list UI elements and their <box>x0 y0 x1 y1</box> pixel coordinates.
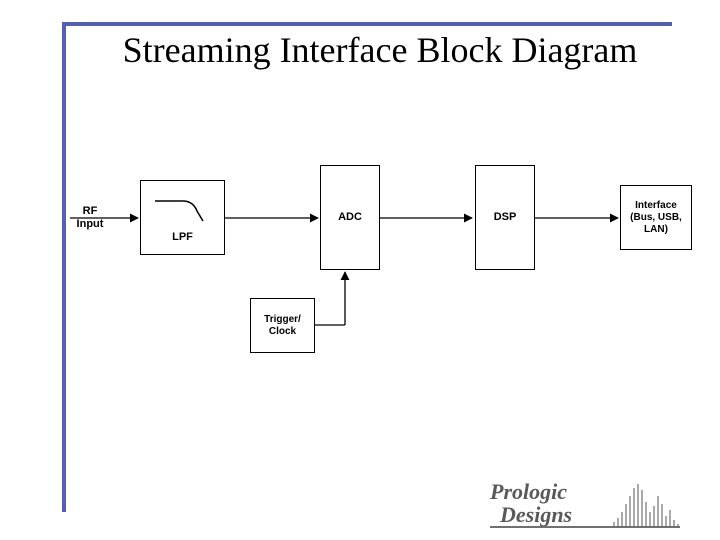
interface-block: Interface(Bus, USB,LAN) <box>620 185 692 250</box>
logo-underline <box>490 526 680 528</box>
logo-line2: Designs <box>490 503 572 526</box>
lpf-block: LPF <box>140 180 225 255</box>
adc-block: ADC <box>320 165 380 270</box>
block-diagram: RFInput LPF ADC DSP Interface(Bus, USB,L… <box>70 150 700 410</box>
dsp-block: DSP <box>475 165 535 270</box>
frame-top <box>62 22 672 26</box>
page-title: Streaming Interface Block Diagram <box>100 30 660 71</box>
lpf-label: LPF <box>141 231 224 244</box>
logo-text: Prologic Designs <box>490 480 572 526</box>
trigger-clock-block: Trigger/Clock <box>250 298 315 353</box>
logo-line1: Prologic <box>490 480 572 503</box>
lpf-curve-icon <box>153 193 213 223</box>
rf-input-label: RFInput <box>70 205 110 231</box>
logo: Prologic Designs <box>490 480 680 528</box>
logo-bars-icon <box>610 482 680 526</box>
trigger-label: Trigger/Clock <box>264 314 301 338</box>
frame-left <box>62 22 66 512</box>
adc-label: ADC <box>338 211 362 224</box>
interface-label: Interface(Bus, USB,LAN) <box>630 200 682 236</box>
dsp-label: DSP <box>494 211 517 224</box>
